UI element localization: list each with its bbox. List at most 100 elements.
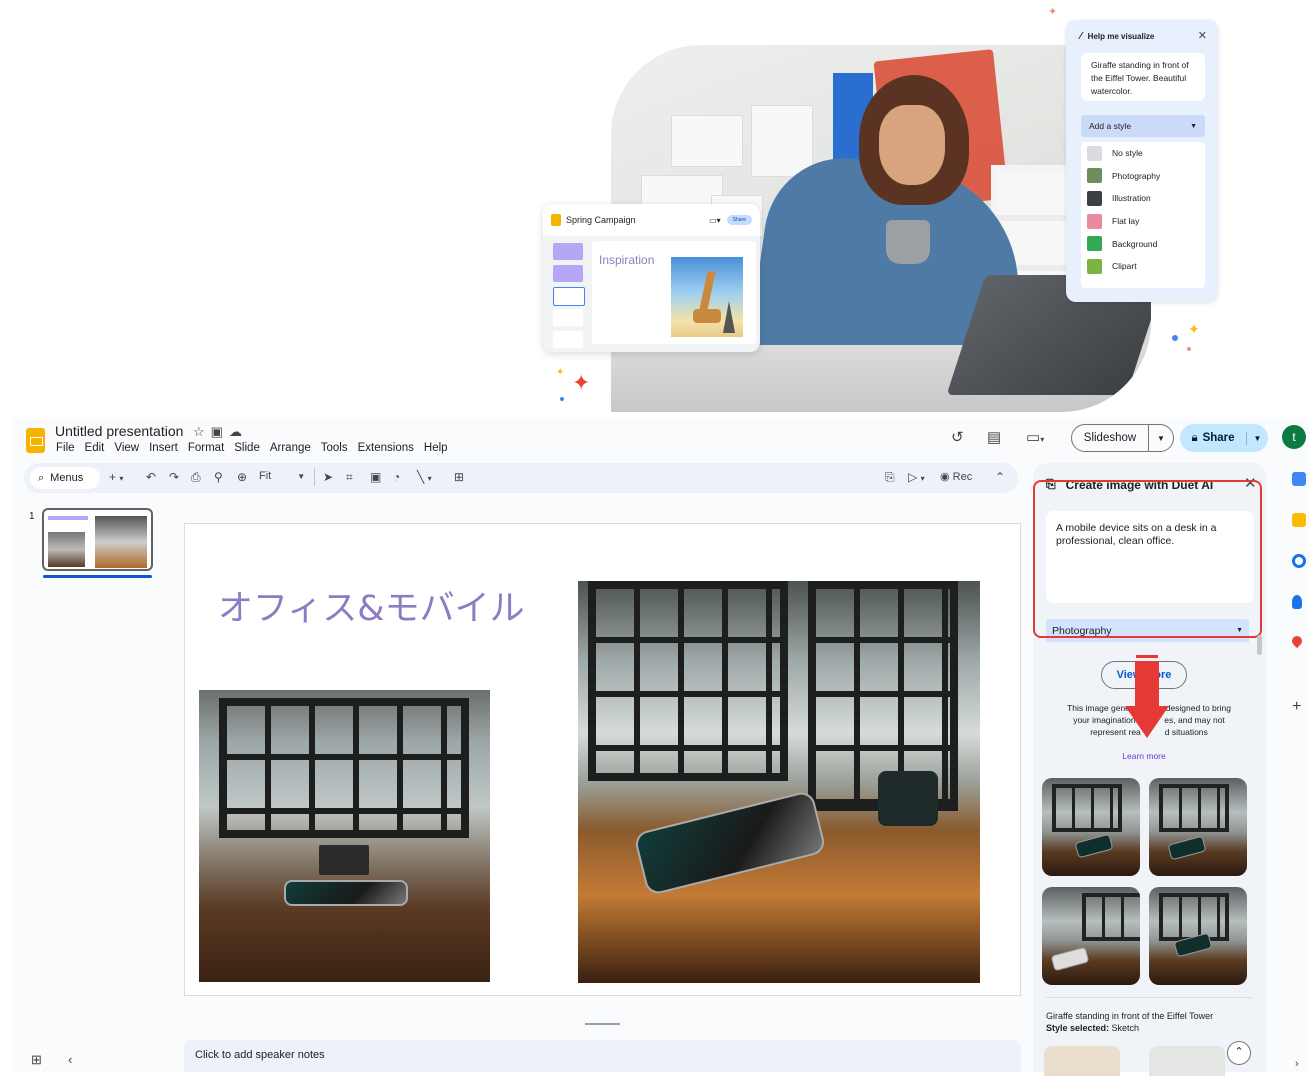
- keep-icon[interactable]: [1292, 513, 1306, 527]
- menu-format[interactable]: Format: [188, 442, 224, 454]
- ai-image-icon[interactable]: ⎘: [885, 470, 895, 485]
- add-addon-icon[interactable]: +: [1292, 698, 1301, 716]
- menu-view[interactable]: View: [114, 442, 139, 454]
- style-swatch-icon: [1087, 168, 1102, 184]
- star-icon[interactable]: ☆: [193, 424, 211, 439]
- style-swatch-icon: [1087, 236, 1102, 252]
- search-icon: ⌕: [38, 471, 45, 484]
- shape-icon[interactable]: ◔: [393, 470, 400, 484]
- chevron-right-icon[interactable]: ›: [1295, 1058, 1299, 1070]
- add-style-dropdown[interactable]: Add a style ▼: [1081, 115, 1205, 137]
- magic-wand-icon: ⁄: [1080, 31, 1082, 42]
- prompt-text[interactable]: Giraffe standing in front of the Eiffel …: [1081, 53, 1205, 101]
- slides-logo-icon[interactable]: [26, 428, 45, 453]
- phone-on-table-photo[interactable]: [578, 581, 980, 983]
- comment-icon[interactable]: ▤: [987, 428, 1001, 446]
- generated-image[interactable]: [1042, 778, 1140, 876]
- document-title[interactable]: Untitled presentation: [55, 423, 183, 439]
- slide-thumbnail[interactable]: [42, 508, 153, 571]
- speaker-notes[interactable]: Click to add speaker notes: [184, 1040, 1021, 1072]
- style-option[interactable]: Flat lay: [1081, 210, 1205, 233]
- arrow-annotation: [1136, 655, 1158, 658]
- tasks-icon[interactable]: [1292, 554, 1306, 568]
- history-icon[interactable]: ↺: [951, 428, 964, 446]
- pointer-icon[interactable]: ▷ ▾: [908, 470, 925, 484]
- slides-icon: [551, 214, 561, 226]
- comment-add-icon[interactable]: ⊞: [454, 470, 464, 484]
- mini-slide-title: Inspiration: [599, 253, 655, 267]
- style-swatch-icon: [1087, 213, 1102, 229]
- style-option[interactable]: No style: [1081, 142, 1205, 165]
- notes-resize-handle[interactable]: [585, 1023, 620, 1025]
- new-slide-icon[interactable]: + ▾: [109, 470, 123, 484]
- line-icon[interactable]: ╲ ▾: [417, 470, 432, 484]
- chevron-up-icon[interactable]: ⌃: [1227, 1041, 1251, 1065]
- menu-edit[interactable]: Edit: [85, 442, 105, 454]
- chevron-down-icon[interactable]: ▼: [1149, 434, 1173, 443]
- select-cursor-icon[interactable]: ➤: [323, 470, 333, 484]
- style-option[interactable]: Clipart: [1081, 255, 1205, 278]
- style-swatch-icon: [1087, 145, 1102, 161]
- slideshow-button[interactable]: Slideshow ▼: [1071, 424, 1174, 452]
- style-options-list: No style Photography Illustration Flat lay B…: [1081, 142, 1205, 288]
- generated-image[interactable]: [1149, 887, 1247, 985]
- image-icon[interactable]: ▣: [370, 470, 381, 484]
- giraffe-image: [671, 257, 743, 337]
- generated-image[interactable]: [1149, 778, 1247, 876]
- divider: [1046, 997, 1252, 998]
- undo-icon[interactable]: ↶: [146, 470, 156, 484]
- style-option[interactable]: Background: [1081, 232, 1205, 255]
- menu-tools[interactable]: Tools: [321, 442, 348, 454]
- close-icon[interactable]: ✕: [1198, 29, 1207, 42]
- grid-view-icon[interactable]: ⊞: [31, 1052, 42, 1068]
- print-icon[interactable]: ⎙: [191, 470, 201, 485]
- style-option-label: Clipart: [1112, 261, 1137, 272]
- mini-slide: Inspiration: [592, 241, 756, 344]
- slide-selected-indicator: [43, 575, 152, 578]
- mini-share-button: Share: [726, 215, 752, 225]
- menu-arrange[interactable]: Arrange: [270, 442, 311, 454]
- contacts-icon[interactable]: [1292, 595, 1302, 609]
- sparkle-icon: ✦: [572, 371, 591, 396]
- meet-icon[interactable]: ▭▾: [1026, 428, 1044, 446]
- menu-extensions[interactable]: Extensions: [358, 442, 414, 454]
- history-style-value: Sketch: [1111, 1023, 1140, 1033]
- style-swatch-icon: [1087, 258, 1102, 274]
- chevron-down-icon[interactable]: ▼: [1247, 434, 1268, 443]
- menu-insert[interactable]: Insert: [149, 442, 178, 454]
- help-me-visualize-panel: ⁄ Help me visualize ✕ Giraffe standing i…: [1066, 20, 1218, 302]
- share-button[interactable]: 🔒︎ Share ▼: [1180, 424, 1268, 452]
- folder-icon[interactable]: ▣: [211, 424, 229, 439]
- menu-bar: File Edit View Insert Format Slide Arrange Tool…: [56, 442, 448, 454]
- style-option-label: Background: [1112, 238, 1158, 249]
- collapse-filmstrip-icon[interactable]: ‹: [68, 1052, 72, 1067]
- menu-slide[interactable]: Slide: [234, 442, 260, 454]
- slide-title[interactable]: オフィス&モバイル: [218, 580, 525, 631]
- style-option[interactable]: Photography: [1081, 165, 1205, 188]
- style-option-label: Illustration: [1112, 193, 1151, 204]
- paint-format-icon[interactable]: ⚲: [214, 470, 223, 484]
- cloud-icon[interactable]: ☁: [229, 424, 248, 439]
- zoom-select[interactable]: Fit ▼: [259, 470, 305, 482]
- dot-icon: [560, 397, 564, 401]
- record-icon: ◉: [940, 471, 950, 483]
- style-option[interactable]: Illustration: [1081, 187, 1205, 210]
- scrollbar[interactable]: [1257, 635, 1262, 655]
- history-style-label: Style selected:: [1046, 1023, 1110, 1033]
- mini-slides-card: Spring Campaign ▭▾ Share Inspiration: [543, 204, 760, 352]
- avatar[interactable]: t: [1282, 425, 1306, 449]
- menu-file[interactable]: File: [56, 442, 75, 454]
- learn-more-link[interactable]: Learn more: [1100, 751, 1188, 761]
- office-desk-photo[interactable]: [199, 690, 490, 982]
- rec-button[interactable]: ◉ Rec: [940, 470, 972, 483]
- calendar-icon[interactable]: [1292, 472, 1306, 486]
- menus-search[interactable]: ⌕ Menus: [30, 467, 100, 489]
- generated-image[interactable]: [1042, 887, 1140, 985]
- zoom-icon[interactable]: ⊕: [237, 470, 247, 484]
- share-label: Share: [1202, 431, 1235, 444]
- collapse-toolbar-icon[interactable]: ⌃: [995, 470, 1005, 484]
- menu-help[interactable]: Help: [424, 442, 448, 454]
- text-box-icon[interactable]: ⌗: [346, 470, 353, 485]
- mini-card-title: Spring Campaign: [566, 215, 636, 225]
- redo-icon[interactable]: ↷: [169, 470, 179, 484]
